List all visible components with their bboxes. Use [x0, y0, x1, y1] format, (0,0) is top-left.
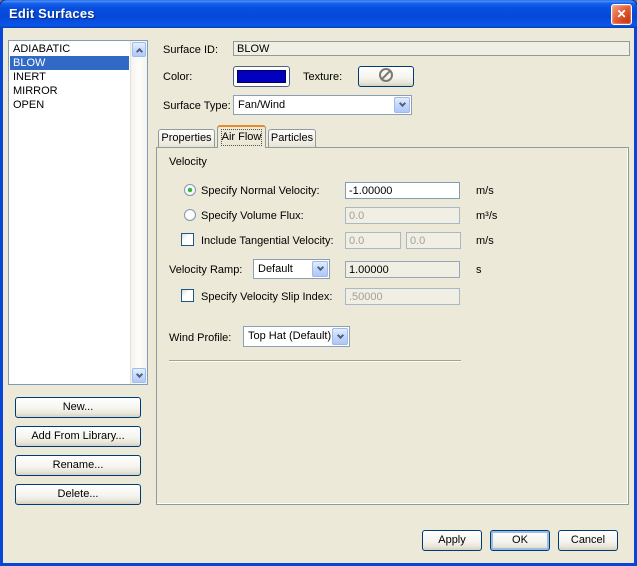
window-title: Edit Surfaces [9, 6, 95, 21]
velocity-ramp-input[interactable] [345, 261, 460, 278]
no-texture-icon [379, 68, 393, 83]
volume-flux-radio[interactable] [184, 209, 196, 221]
velocity-ramp-unit: s [476, 264, 482, 276]
dropdown-arrow-icon[interactable] [394, 97, 410, 113]
apply-button[interactable]: Apply [422, 530, 482, 551]
list-scrollbar[interactable] [130, 41, 147, 384]
new-button[interactable]: New... [15, 397, 141, 418]
surface-list-item[interactable]: OPEN [10, 98, 129, 112]
velocity-ramp-value: Default [258, 263, 293, 275]
dropdown-arrow-icon[interactable] [332, 328, 348, 345]
wind-profile-label: Wind Profile: [169, 332, 232, 344]
surface-id-field[interactable] [233, 41, 630, 56]
tangential-velocity-unit: m/s [476, 235, 494, 247]
scroll-up-button[interactable] [132, 42, 146, 57]
texture-button[interactable] [358, 66, 414, 87]
tab-air-flow[interactable]: Air Flow [217, 125, 266, 148]
cancel-button[interactable]: Cancel [558, 530, 618, 551]
edit-surfaces-dialog: Edit Surfaces ✕ ADIABATIC BLOW INERT MIR… [0, 0, 637, 566]
surface-list-item-selected[interactable]: BLOW [10, 56, 129, 70]
scroll-down-button[interactable] [132, 368, 146, 383]
volume-flux-input [345, 207, 460, 224]
normal-velocity-unit: m/s [476, 185, 494, 197]
delete-button[interactable]: Delete... [15, 484, 141, 505]
volume-flux-unit: m³/s [476, 210, 498, 222]
chevron-down-icon [316, 263, 324, 272]
wind-profile-value: Top Hat (Default) [248, 330, 332, 342]
chevron-down-icon [336, 331, 344, 339]
normal-velocity-input[interactable] [345, 182, 460, 199]
surface-list-item[interactable]: INERT [10, 70, 129, 84]
surface-list-item[interactable]: ADIABATIC [10, 42, 129, 56]
color-swatch [237, 70, 286, 83]
velocity-ramp-select[interactable]: Default [253, 259, 330, 279]
separator [169, 360, 461, 362]
surface-type-value: Fan/Wind [238, 99, 286, 111]
tangential-velocity-input-2 [406, 232, 461, 249]
surface-listbox[interactable]: ADIABATIC BLOW INERT MIRROR OPEN [8, 40, 148, 385]
chevron-down-icon [135, 370, 143, 378]
normal-velocity-radio[interactable] [184, 184, 196, 196]
title-bar[interactable]: Edit Surfaces ✕ [0, 0, 637, 28]
tangential-velocity-checkbox[interactable] [181, 233, 194, 246]
tab-particles[interactable]: Particles [268, 129, 316, 147]
add-from-library-button[interactable]: Add From Library... [15, 426, 141, 447]
dialog-body: ADIABATIC BLOW INERT MIRROR OPEN New... … [3, 28, 634, 563]
tangential-velocity-input-1 [345, 232, 401, 249]
tangential-velocity-label: Include Tangential Velocity: [201, 235, 334, 247]
velocity-group-title: Velocity [169, 156, 207, 168]
air-flow-tab-panel: Velocity Specify Normal Velocity: m/s Sp… [156, 147, 629, 505]
texture-label: Texture: [303, 71, 343, 83]
slip-index-label: Specify Velocity Slip Index: [201, 291, 333, 303]
rename-button[interactable]: Rename... [15, 455, 141, 476]
surface-type-label: Surface Type: [163, 100, 231, 112]
color-swatch-button[interactable] [233, 66, 290, 87]
color-label: Color: [163, 71, 193, 83]
tab-properties[interactable]: Properties [158, 129, 215, 147]
chevron-down-icon [398, 99, 406, 108]
ok-button[interactable]: OK [490, 530, 550, 551]
slip-index-input [345, 288, 460, 305]
velocity-ramp-label: Velocity Ramp: [169, 264, 243, 276]
dropdown-arrow-icon[interactable] [312, 261, 328, 277]
close-button[interactable]: ✕ [611, 4, 632, 25]
surface-type-select[interactable]: Fan/Wind [233, 95, 412, 115]
wind-profile-select[interactable]: Top Hat (Default) [243, 326, 350, 347]
volume-flux-label: Specify Volume Flux: [201, 210, 304, 222]
normal-velocity-label: Specify Normal Velocity: [201, 185, 320, 197]
close-icon: ✕ [616, 7, 627, 21]
surface-id-label: Surface ID: [163, 44, 219, 56]
chevron-up-icon [135, 47, 143, 55]
slip-index-checkbox[interactable] [181, 289, 194, 302]
surface-list-item[interactable]: MIRROR [10, 84, 129, 98]
